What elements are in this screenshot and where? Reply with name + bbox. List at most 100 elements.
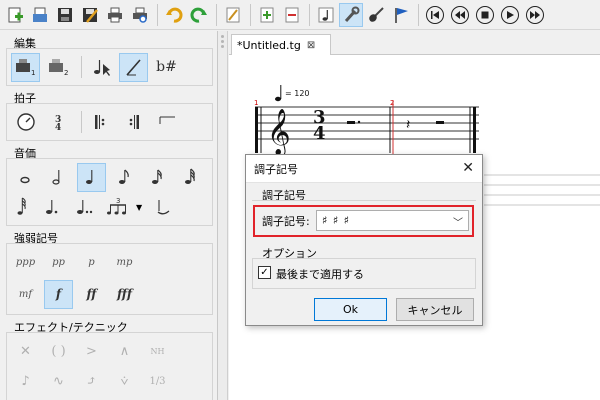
alternate-ending-button[interactable] <box>152 108 181 137</box>
bend-button[interactable]: ⤴ <box>77 367 106 396</box>
repeat-close-icon <box>129 115 139 129</box>
heavy-accent-button[interactable]: ∧ <box>110 337 139 366</box>
half-note-button[interactable] <box>44 163 73 192</box>
stop-button[interactable] <box>473 3 497 27</box>
dynamic-pp-label: pp <box>52 256 65 268</box>
dynamic-mp-button[interactable]: mp <box>110 248 139 277</box>
accent-button[interactable]: > <box>77 337 106 366</box>
svg-text:1: 1 <box>31 69 35 77</box>
redo-button[interactable] <box>187 3 211 27</box>
treble-clef-icon: 𝄞 <box>267 109 291 157</box>
close-tab-icon[interactable]: ⊠ <box>307 40 315 51</box>
tuplet-button[interactable]: 3 <box>103 193 132 222</box>
tab-untitled[interactable]: *Untitled.tg ⊠ <box>231 34 331 55</box>
grace-note-button[interactable]: ♪ <box>11 367 40 396</box>
eighth-note-button[interactable] <box>110 163 139 192</box>
apply-to-end-checkbox[interactable]: ✓ <box>258 266 271 279</box>
sixteenth-note-icon <box>151 169 162 184</box>
double-dotted-note-button[interactable] <box>70 193 99 222</box>
save-as-button[interactable] <box>78 3 102 27</box>
settings-tool-button[interactable] <box>339 2 363 27</box>
sixteenth-note-button[interactable] <box>142 163 171 192</box>
vibrato-button[interactable]: ∿ <box>44 367 73 396</box>
voice1-button[interactable]: 1 <box>11 52 40 82</box>
quarter-rest-icon[interactable]: 𝄽 <box>406 117 410 133</box>
save-button[interactable] <box>53 3 77 27</box>
tempo-button[interactable] <box>11 108 40 137</box>
svg-text:3: 3 <box>116 197 120 205</box>
print-button[interactable] <box>103 3 127 27</box>
rewind-icon <box>451 5 469 24</box>
save-icon <box>58 7 72 22</box>
new-file-button[interactable] <box>3 3 27 27</box>
dynamic-f-button[interactable]: f <box>44 279 73 309</box>
tuplet-icon: 3 <box>106 197 126 215</box>
voice2-button[interactable]: 2 <box>44 53 73 82</box>
pencil-icon <box>125 59 141 76</box>
voice2-icon: 2 <box>48 59 68 77</box>
dynamic-pp-button[interactable]: pp <box>44 248 73 277</box>
dynamic-p-button[interactable]: p <box>77 248 106 277</box>
cancel-button[interactable]: キャンセル <box>396 298 474 321</box>
vibrato-icon: ∿ <box>53 373 64 389</box>
eighth-note-icon <box>118 169 129 184</box>
sixty-fourth-note-button[interactable] <box>11 193 33 222</box>
dialog-title-bar: 調子記号 ✕ <box>246 155 482 183</box>
print-preview-button[interactable] <box>128 3 152 27</box>
pencil-note-icon <box>226 7 240 22</box>
dynamic-p-label: p <box>88 256 95 268</box>
harmonic-button[interactable]: NH <box>143 337 172 366</box>
go-previous-button[interactable] <box>448 3 472 27</box>
add-measure-button[interactable] <box>255 3 279 27</box>
accent-icon: > <box>86 343 97 359</box>
quarter-note-button[interactable] <box>76 162 106 192</box>
open-file-icon <box>33 7 47 22</box>
dotted-half-rest[interactable] <box>347 120 361 124</box>
dead-note-button[interactable]: ✕ <box>11 337 40 366</box>
ok-button[interactable]: Ok <box>314 298 387 321</box>
repeat-open-button[interactable] <box>86 108 115 137</box>
note-mode-button[interactable] <box>314 3 338 27</box>
thirty-second-note-button[interactable] <box>175 163 204 192</box>
check-icon: ✓ <box>260 266 269 278</box>
wrench-icon <box>344 6 360 22</box>
time-signature-bottom: 4 <box>313 123 326 144</box>
tab-label: *Untitled.tg <box>237 38 301 52</box>
repeat-close-button[interactable] <box>119 108 148 137</box>
go-first-button[interactable] <box>423 3 447 27</box>
dynamic-fff-button[interactable]: fff <box>110 280 139 309</box>
tremolo-bar-button[interactable]: ⩒ <box>110 367 139 396</box>
music-note-icon <box>318 7 334 22</box>
remove-measure-button[interactable] <box>280 3 304 27</box>
ghost-note-button[interactable]: ( ) <box>44 337 73 366</box>
close-icon[interactable]: ✕ <box>462 160 474 176</box>
open-file-button[interactable] <box>28 3 52 27</box>
print-preview-icon <box>133 7 147 23</box>
tuplet-dropdown[interactable]: ▼ <box>136 203 142 212</box>
sixty-fourth-note-icon <box>17 197 26 215</box>
play-button[interactable] <box>498 3 522 27</box>
edit-mode-button[interactable] <box>221 3 245 27</box>
time-signature-button[interactable]: 34 <box>44 108 73 137</box>
slide-icon: 1/3 <box>149 375 166 387</box>
marker-button[interactable] <box>389 3 413 27</box>
dynamic-mf-button[interactable]: mf <box>11 280 40 309</box>
pencil-edit-button[interactable] <box>119 52 148 82</box>
tie-note-button[interactable] <box>148 193 177 222</box>
dynamic-ff-button[interactable]: ff <box>77 280 106 309</box>
panel-splitter[interactable] <box>218 31 228 400</box>
fast-forward-icon <box>526 5 544 24</box>
guitar-button[interactable] <box>364 3 388 27</box>
dotted-note-button[interactable] <box>37 193 66 222</box>
slide-button[interactable]: 1/3 <box>143 367 172 396</box>
undo-button[interactable] <box>162 3 186 27</box>
alternate-ending-icon <box>159 116 175 124</box>
accidental-button[interactable]: b# <box>152 53 181 82</box>
select-note-button[interactable] <box>86 53 115 82</box>
dynamic-ppp-button[interactable]: ppp <box>11 248 40 277</box>
go-next-button[interactable] <box>523 3 547 27</box>
apply-to-end-label[interactable]: 最後まで適用する <box>276 266 364 282</box>
whole-note-button[interactable] <box>11 163 40 192</box>
tempo-marking[interactable]: = 120 <box>275 85 310 102</box>
half-rest-icon[interactable] <box>436 121 444 124</box>
